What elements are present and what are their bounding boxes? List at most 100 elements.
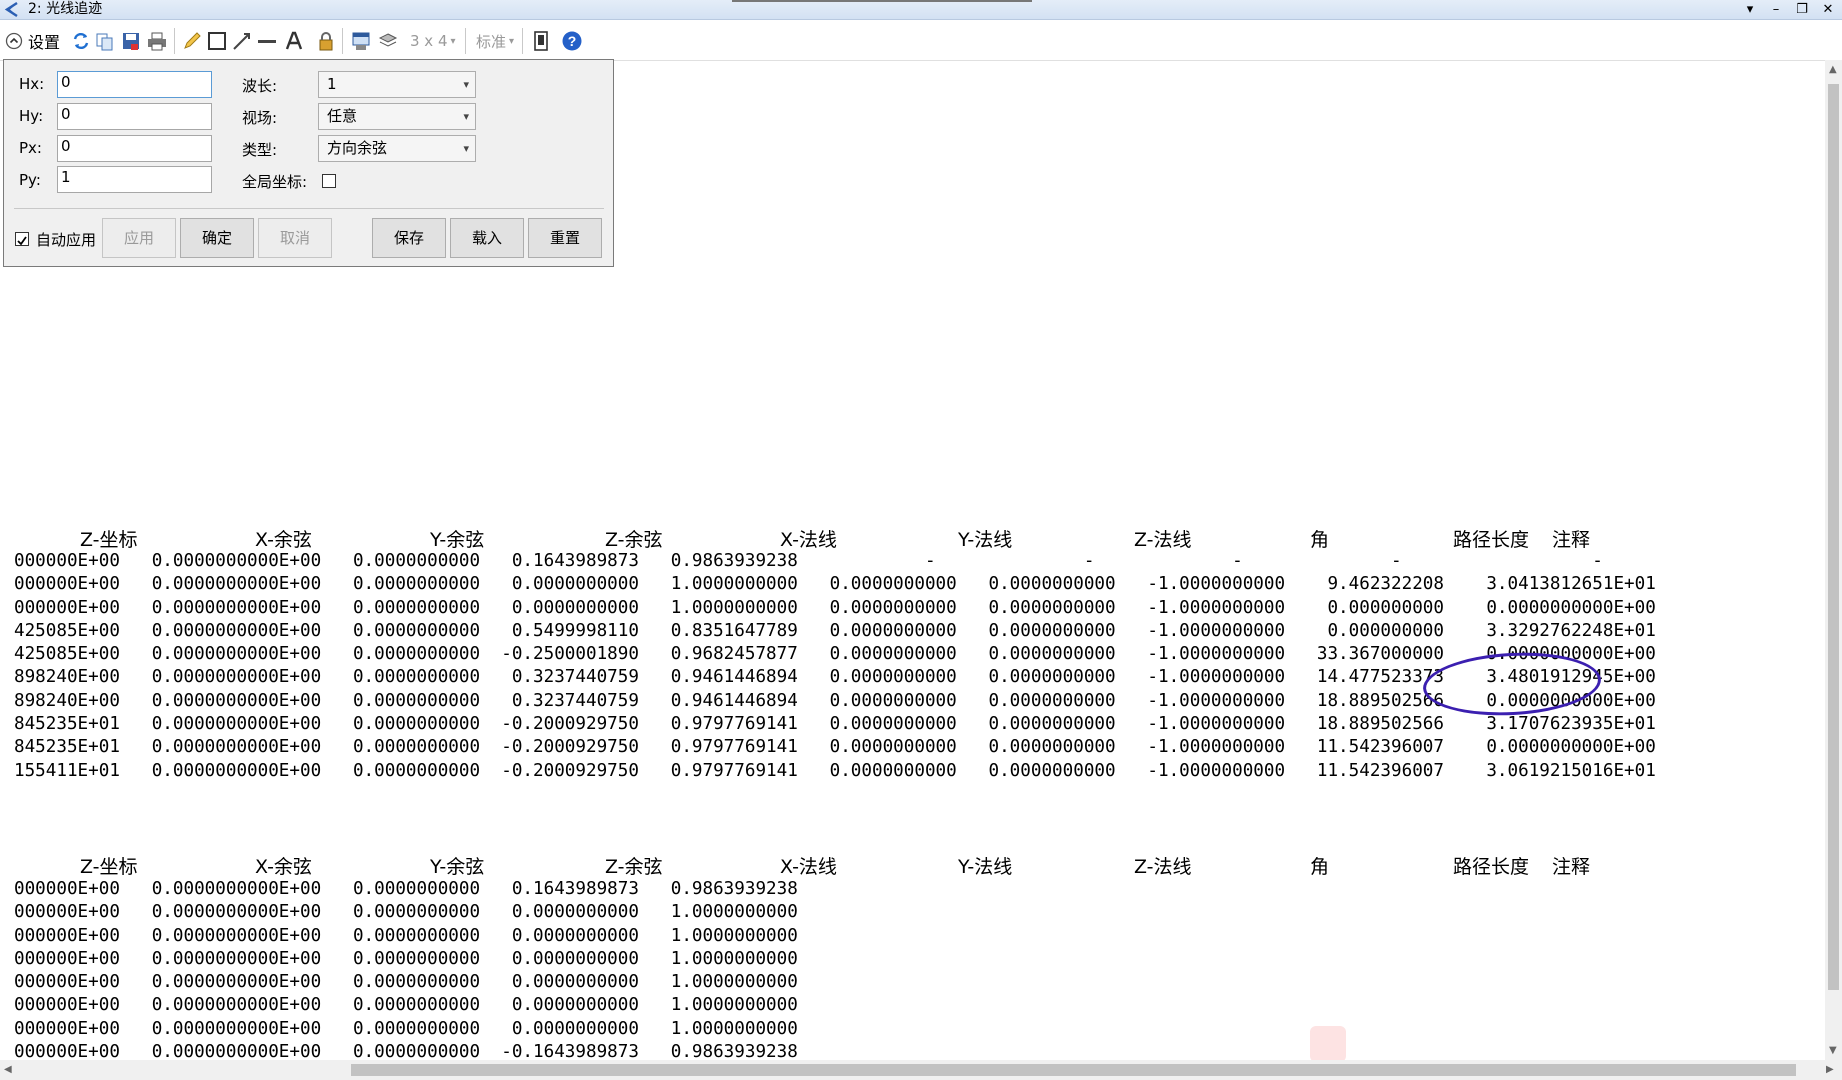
px-input[interactable]: 0: [57, 135, 212, 162]
chevron-down-icon: ▾: [463, 142, 469, 155]
toolbar: 设置 3 x 4 ▾ 标准 ▾ ?: [0, 20, 1842, 61]
line-icon[interactable]: [256, 30, 278, 52]
hy-input[interactable]: 0: [57, 103, 212, 130]
type-value: 方向余弦: [327, 139, 388, 157]
scroll-up-icon[interactable]: ▲: [1829, 64, 1837, 75]
collapse-icon: [5, 32, 23, 50]
layers-icon[interactable]: [377, 30, 399, 52]
table-row: 000000E+00 0.0000000000E+00 0.0000000000…: [14, 948, 798, 969]
lock-icon[interactable]: [315, 30, 337, 52]
standard-label: 标准: [476, 32, 507, 51]
save-icon[interactable]: [120, 30, 142, 52]
type-select[interactable]: 方向余弦 ▾: [318, 135, 476, 162]
table-1-rows: 000000E+00 0.0000000000E+00 0.0000000000…: [14, 550, 1656, 783]
vertical-scroll-thumb[interactable]: [1828, 84, 1839, 990]
hx-input[interactable]: 0: [57, 71, 212, 98]
layout-label: 3 x 4: [410, 32, 448, 50]
toolbar-separator: [174, 28, 175, 54]
table-row: 155411E+01 0.0000000000E+00 0.0000000000…: [14, 760, 1656, 781]
table-row: 000000E+00 0.0000000000E+00 0.0000000000…: [14, 925, 798, 946]
back-arrow-icon[interactable]: [3, 1, 21, 18]
layout-dropdown[interactable]: 3 x 4 ▾: [410, 30, 456, 52]
table-row: 000000E+00 0.0000000000E+00 0.0000000000…: [14, 551, 1603, 571]
scroll-left-icon[interactable]: ◀: [4, 1064, 12, 1075]
svg-text:?: ?: [568, 33, 577, 49]
wavelength-select[interactable]: 1 ▾: [318, 71, 476, 98]
apply-button[interactable]: 应用: [102, 218, 176, 258]
chevron-down-icon: ▾: [450, 35, 456, 47]
print-icon[interactable]: [146, 30, 168, 52]
table-row: 000000E+00 0.0000000000E+00 0.0000000000…: [14, 902, 798, 923]
global-coord-checkbox[interactable]: [322, 174, 336, 188]
column-header: 路径长度: [1453, 529, 1530, 551]
refresh-icon[interactable]: [70, 30, 92, 52]
cancel-button[interactable]: 取消: [258, 218, 332, 258]
copy-icon[interactable]: [94, 30, 116, 52]
arrow-line-icon[interactable]: [231, 30, 253, 52]
auto-apply-label: 自动应用: [36, 231, 97, 249]
reset-button[interactable]: 重置: [528, 218, 602, 258]
scroll-right-icon[interactable]: ▶: [1826, 1064, 1834, 1075]
table-row: 000000E+00 0.0000000000E+00 0.0000000000…: [14, 597, 1656, 618]
column-header: Z-坐标: [80, 529, 138, 551]
hx-label: Hx:: [19, 75, 45, 93]
save-button[interactable]: 保存: [372, 218, 446, 258]
table-row: 425085E+00 0.0000000000E+00 0.0000000000…: [14, 620, 1656, 641]
ok-button[interactable]: 确定: [180, 218, 254, 258]
type-label: 类型:: [242, 141, 278, 159]
standard-dropdown[interactable]: 标准 ▾: [476, 30, 514, 52]
horizontal-scrollbar[interactable]: ◀ ▶: [0, 1060, 1842, 1080]
table-row: 000000E+00 0.0000000000E+00 0.0000000000…: [14, 972, 798, 993]
table-row: 000000E+00 0.0000000000E+00 0.0000000000…: [14, 1018, 798, 1039]
hy-label: Hy:: [19, 107, 44, 125]
window-controls: ▾ – ❐ ✕: [1742, 0, 1836, 19]
column-header: Y-法线: [958, 529, 1013, 551]
search-watermark-icon: [1310, 1026, 1346, 1062]
scroll-down-icon[interactable]: ▼: [1829, 1045, 1837, 1056]
toolbar-separator: [342, 28, 343, 54]
table-row: 000000E+00 0.0000000000E+00 0.0000000000…: [14, 879, 798, 899]
settings-toggle[interactable]: 设置: [5, 30, 60, 52]
column-header: Z-坐标: [80, 856, 138, 878]
field-label: 视场:: [242, 109, 278, 127]
column-header: Y-法线: [958, 856, 1013, 878]
column-header: 角: [1310, 856, 1330, 878]
auto-apply-checkbox[interactable]: [15, 232, 29, 246]
column-header: Z-法线: [1134, 856, 1192, 878]
column-header: 注释: [1552, 529, 1591, 551]
document-view-icon[interactable]: [530, 30, 552, 52]
field-select[interactable]: 任意 ▾: [318, 103, 476, 130]
chevron-down-icon: ▾: [463, 110, 469, 123]
pencil-icon[interactable]: [181, 30, 203, 52]
rectangle-icon[interactable]: [206, 30, 228, 52]
settings-label: 设置: [28, 33, 61, 52]
close-button[interactable]: ✕: [1820, 0, 1836, 19]
column-header: Z-法线: [1134, 529, 1192, 551]
window-title: 2: 光线追迹: [28, 1, 103, 17]
text-icon[interactable]: [283, 30, 305, 52]
vertical-scrollbar[interactable]: ▲ ▼: [1825, 60, 1842, 1060]
window-menu-button[interactable]: ▾: [1742, 0, 1758, 19]
restore-button[interactable]: ❐: [1794, 0, 1810, 19]
toolbar-separator: [522, 28, 523, 54]
toolbar-separator: [465, 28, 466, 54]
table-row: 845235E+01 0.0000000000E+00 0.0000000000…: [14, 737, 1656, 758]
py-input[interactable]: 1: [57, 166, 212, 193]
title-bar: 2: 光线追迹 ▾ – ❐ ✕: [0, 0, 1842, 20]
table-row: 000000E+00 0.0000000000E+00 0.0000000000…: [14, 574, 1656, 595]
column-header: X-余弦: [255, 856, 312, 878]
column-header: X-法线: [780, 856, 837, 878]
wavelength-label: 波长:: [242, 77, 278, 95]
table-row: 000000E+00 0.0000000000E+00 0.0000000000…: [14, 995, 798, 1016]
wavelength-value: 1: [327, 75, 337, 93]
column-header: 注释: [1552, 856, 1591, 878]
table-row: 898240E+00 0.0000000000E+00 0.0000000000…: [14, 667, 1656, 688]
chevron-down-icon: ▾: [463, 78, 469, 91]
horizontal-scroll-thumb[interactable]: [351, 1064, 1796, 1076]
load-button[interactable]: 载入: [450, 218, 524, 258]
column-header: Y-余弦: [430, 856, 485, 878]
help-icon[interactable]: ?: [561, 30, 583, 52]
window-copy-icon[interactable]: [350, 30, 372, 52]
minimize-button[interactable]: –: [1768, 0, 1784, 19]
settings-panel: Hx: 0 Hy: 0 Px: 0 Py: 1 波长: 1 ▾ 视场: 任意 ▾…: [3, 59, 614, 267]
